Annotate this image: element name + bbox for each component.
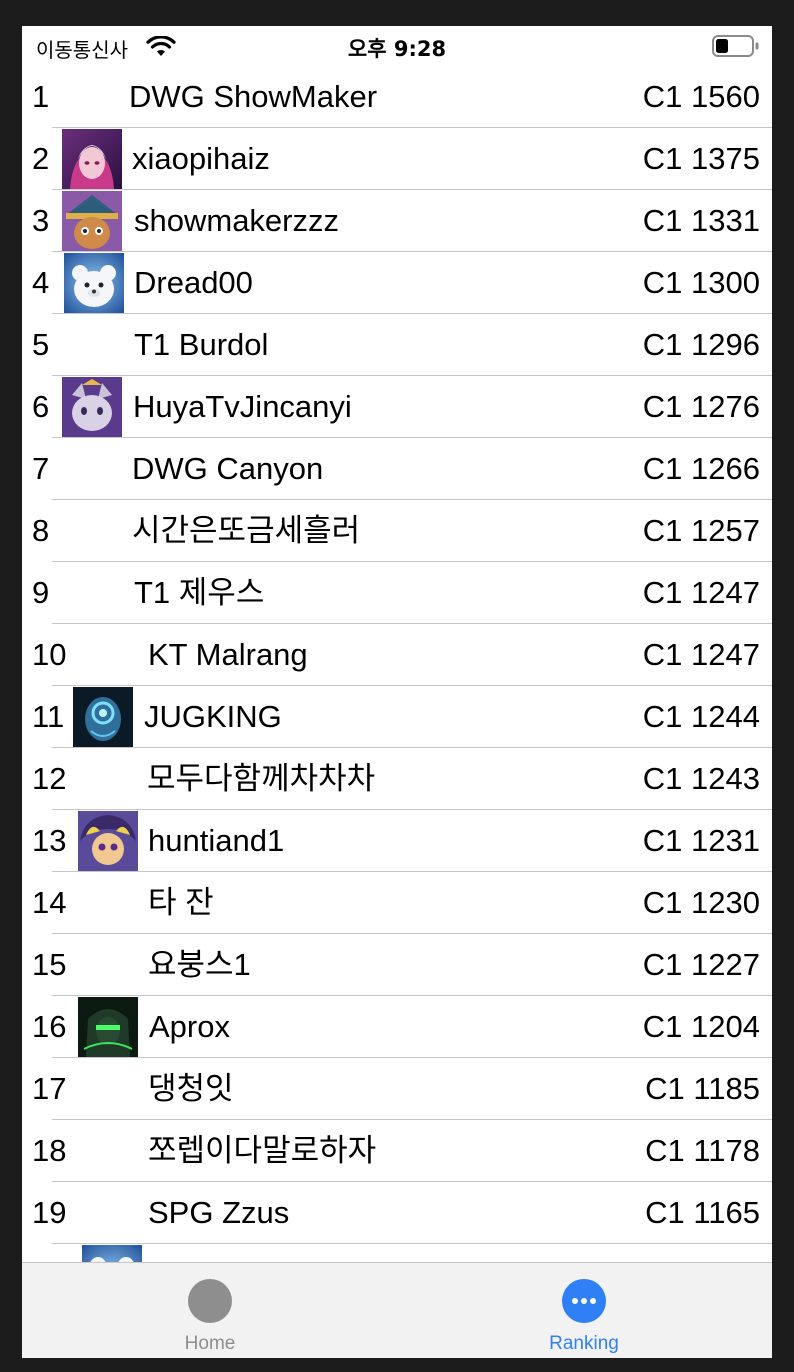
player-score: C1 1276 [642, 389, 760, 424]
player-score: C1 1231 [642, 823, 760, 858]
player-score: C1 1560 [642, 79, 760, 114]
ranking-row[interactable]: 20 [22, 1244, 772, 1262]
ranking-row[interactable]: 2 xiaopihaiz C1 1375 [22, 128, 772, 190]
player-score: C1 1227 [642, 947, 760, 982]
tab-home-label: Home [184, 1333, 236, 1354]
ranking-row[interactable]: 9 T1 제우스 C1 1247 [22, 562, 772, 624]
clock: 오후 9:28 [347, 37, 447, 61]
rank-number: 15 [32, 947, 67, 982]
player-score: C1 1247 [642, 575, 760, 610]
player-name: HuyaTvJincanyi [133, 389, 352, 424]
ranking-row[interactable]: 17 댕청잇 C1 1185 [22, 1058, 772, 1120]
player-score: C1 1204 [642, 1009, 760, 1044]
bear-avatar [64, 253, 124, 313]
rank-number: 11 [32, 699, 65, 734]
rank-number: 8 [32, 513, 50, 548]
player-name: T1 제우스 [134, 575, 265, 610]
player-name: Dread00 [134, 265, 253, 300]
player-score: C1 1243 [642, 761, 760, 796]
rank-number: 14 [32, 885, 67, 920]
player-name: 댕청잇 [148, 1071, 234, 1106]
ranking-row[interactable]: 8 시간은또금세흘러 C1 1257 [22, 500, 772, 562]
player-name: 모두다함께차차차 [147, 761, 376, 796]
ranking-row[interactable]: 16 Aprox C1 1204 [22, 996, 772, 1058]
app-screen: 이동통신사 오후 9:28 1 DWG ShowMaker C1 1560 2 xiao… [22, 26, 772, 1358]
player-score: C1 1165 [645, 1195, 760, 1230]
player-score: C1 1247 [642, 637, 760, 672]
player-score: C1 1257 [642, 513, 760, 548]
rank-number: 12 [32, 761, 67, 796]
rank-number: 4 [32, 265, 50, 300]
player-score: C1 1178 [645, 1133, 760, 1168]
tab-ranking[interactable]: Ranking [484, 1263, 684, 1358]
player-score: C1 1331 [642, 203, 760, 238]
player-score: C1 1244 [642, 699, 760, 734]
player-score: C1 1266 [642, 451, 760, 486]
ranking-row[interactable]: 13 huntiand1 C1 1231 [22, 810, 772, 872]
player-name: DWG Canyon [132, 451, 324, 486]
rank-number: 5 [32, 327, 50, 362]
rank-number: 13 [32, 823, 67, 858]
circle-icon [188, 1279, 232, 1323]
player-name: Aprox [149, 1009, 230, 1044]
rank-number: 18 [32, 1133, 67, 1168]
player-score: C1 1296 [642, 327, 760, 362]
rank-number: 9 [32, 575, 50, 610]
rank-number: 16 [32, 1009, 67, 1044]
player-name: DWG ShowMaker [129, 79, 378, 114]
player-name: xiaopihaiz [132, 141, 270, 176]
ranking-row[interactable]: 3 showmakerzzz C1 1331 [22, 190, 772, 252]
ranking-row[interactable]: 15 요붕스1 C1 1227 [22, 934, 772, 996]
ranking-row[interactable]: 18 쪼렙이다말로하자 C1 1178 [22, 1120, 772, 1182]
green-hood-avatar [78, 997, 138, 1057]
ranking-row[interactable]: 12 모두다함께차차차 C1 1243 [22, 748, 772, 810]
rank-number: 2 [32, 141, 50, 176]
cat-avatar [62, 377, 122, 437]
player-score: C1 1300 [642, 265, 760, 300]
cyan-mask-avatar [73, 687, 133, 747]
rank-number: 17 [32, 1071, 67, 1106]
rank-number: 6 [32, 389, 50, 424]
ranking-list[interactable]: 1 DWG ShowMaker C1 1560 2 xiaopihaiz C1 1375 3… [22, 66, 772, 1262]
rank-number: 3 [32, 203, 50, 238]
player-name: 쪼렙이다말로하자 [148, 1133, 377, 1168]
ranking-row[interactable]: 19 SPG Zzus C1 1165 [22, 1182, 772, 1244]
yordle-hat-avatar [62, 191, 122, 251]
rank-number: 19 [32, 1195, 67, 1230]
ranking-row[interactable]: 10 KT Malrang C1 1247 [22, 624, 772, 686]
player-name: SPG Zzus [148, 1195, 290, 1230]
rank-number: 1 [32, 79, 50, 114]
player-name: KT Malrang [148, 637, 308, 672]
ranking-row[interactable]: 6 HuyaTvJincanyi C1 1276 [22, 376, 772, 438]
ranking-row[interactable]: 4 Dread00 C1 1300 [22, 252, 772, 314]
player-score: C1 1375 [642, 141, 760, 176]
rank-number: 10 [32, 637, 67, 672]
ranking-row[interactable]: 11 JUGKING C1 1244 [22, 686, 772, 748]
ranking-row[interactable]: 5 T1 Burdol C1 1296 [22, 314, 772, 376]
ranking-row[interactable]: 1 DWG ShowMaker C1 1560 [22, 66, 772, 128]
player-score: C1 1230 [642, 885, 760, 920]
purple-champion-avatar [62, 129, 122, 189]
more-dots-icon [562, 1279, 606, 1323]
tab-ranking-label: Ranking [549, 1333, 619, 1354]
tab-home[interactable]: Home [110, 1263, 310, 1358]
rank-number: 7 [32, 451, 50, 486]
player-name: 시간은또금세흘러 [132, 513, 361, 548]
player-name: showmakerzzz [134, 203, 339, 238]
player-name: T1 Burdol [134, 327, 269, 362]
player-name: JUGKING [144, 699, 282, 734]
tab-bar: Home Ranking [22, 1262, 772, 1358]
battery-icon [712, 35, 759, 57]
player-name: 요붕스1 [148, 947, 251, 982]
player-score: C1 1185 [645, 1071, 760, 1106]
yordle-girl-avatar [78, 811, 138, 871]
rank-number: 20 [32, 1244, 66, 1262]
bear-avatar [82, 1245, 142, 1262]
status-bar: 이동통신사 오후 9:28 [22, 26, 772, 66]
player-name: 타 잔 [148, 885, 214, 920]
ranking-row[interactable]: 14 타 잔 C1 1230 [22, 872, 772, 934]
ranking-row[interactable]: 7 DWG Canyon C1 1266 [22, 438, 772, 500]
player-name: huntiand1 [148, 823, 285, 858]
